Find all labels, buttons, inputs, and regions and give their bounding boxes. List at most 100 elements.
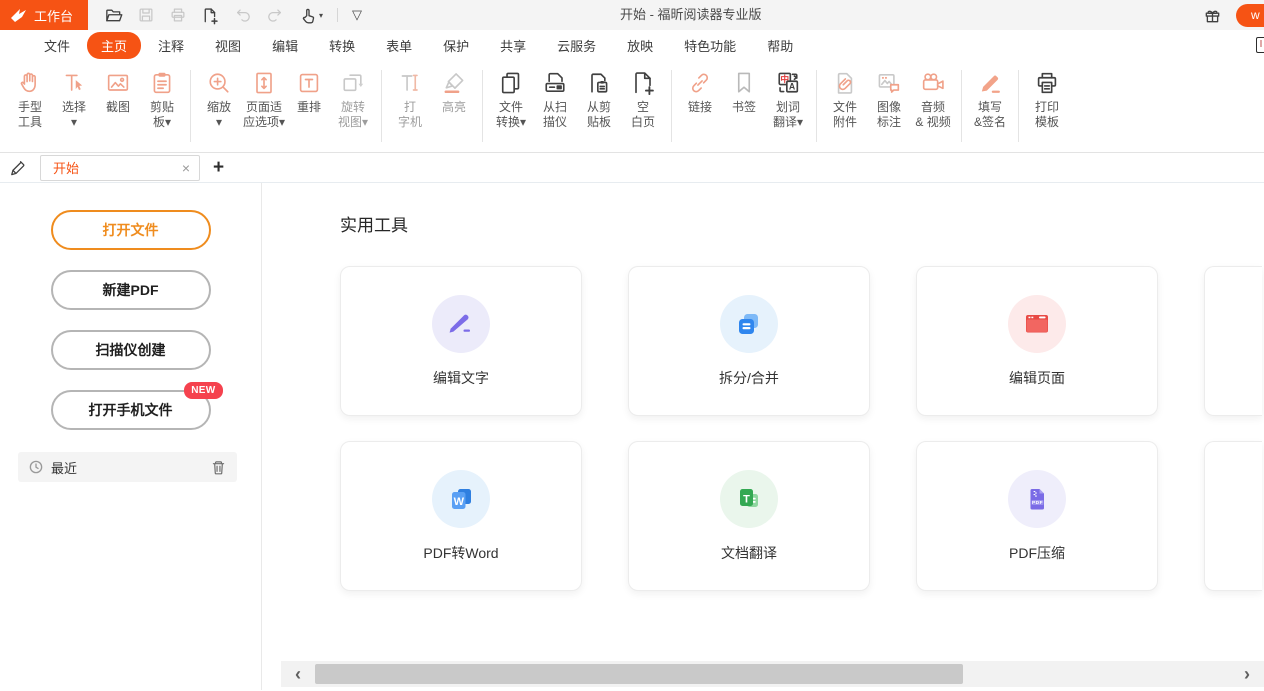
highlight-icon	[440, 69, 468, 97]
new-pdf-button[interactable]: 新建PDF	[51, 270, 211, 310]
menu-protect[interactable]: 保护	[429, 32, 483, 59]
workspace-button[interactable]: 工作台	[0, 0, 88, 30]
word-translate-button[interactable]: 中A 划词 翻译▾	[768, 69, 808, 130]
scanner-create-button[interactable]: 扫描仪创建	[51, 330, 211, 370]
tool-card-split-merge[interactable]: 拆分/合并	[628, 266, 870, 416]
menu-edit[interactable]: 编辑	[258, 32, 312, 59]
panel-edge-icon[interactable]	[1256, 37, 1264, 53]
from-scanner-button[interactable]: 从扫 描仪	[535, 69, 575, 130]
translate-icon: 中A	[774, 69, 802, 97]
menu-features[interactable]: 特色功能	[670, 32, 750, 59]
hand-tool-label: 手型 工具	[18, 100, 42, 130]
select-label: 选择 ▾	[62, 100, 86, 130]
svg-text:A: A	[789, 81, 796, 91]
menu-share[interactable]: 共享	[486, 32, 540, 59]
typewriter-icon	[396, 69, 424, 97]
touch-mode-icon[interactable]: ▾	[298, 6, 323, 25]
recent-row[interactable]: 最近	[18, 452, 237, 482]
undo-icon[interactable]	[234, 6, 252, 24]
sidebar: 打开文件 新建PDF 扫描仪创建 打开手机文件 NEW 最近	[0, 183, 262, 690]
tool-label: PDF转Word	[423, 543, 498, 563]
tool-card-edit-pages[interactable]: 编辑页面	[916, 266, 1158, 416]
from-scanner-label: 从扫 描仪	[543, 100, 567, 130]
open-file-icon[interactable]	[104, 6, 123, 25]
menu-convert[interactable]: 转换	[315, 32, 369, 59]
fill-sign-icon	[976, 69, 1004, 97]
convert-file-icon	[497, 69, 525, 97]
typewriter-label: 打 字机	[398, 100, 422, 130]
menu-cloud[interactable]: 云服务	[543, 32, 610, 59]
tool-card-partial[interactable]	[1204, 441, 1262, 591]
reflow-button[interactable]: 重排	[289, 69, 329, 115]
menu-home[interactable]: 主页	[87, 32, 141, 59]
rotate-view-button[interactable]: 旋转 视图▾	[333, 69, 373, 130]
customize-toolbar-icon[interactable]: ▽	[352, 7, 362, 23]
from-clipboard-icon	[585, 69, 613, 97]
window-title: 开始 - 福昕阅读器专业版	[620, 0, 762, 30]
image-annotation-button[interactable]: 图像 标注	[869, 69, 909, 130]
titlebar: 工作台 ▾ ▽ 开始 - 福昕阅读器专业版 w	[0, 0, 1264, 30]
clipboard-button[interactable]: 剪贴 板▾	[142, 69, 182, 130]
tool-label: 文档翻译	[721, 543, 777, 563]
scroll-right-button[interactable]: ›	[1233, 661, 1261, 687]
tool-card-doc-translate[interactable]: T 文档翻译	[628, 441, 870, 591]
bookmark-button[interactable]: 书签	[724, 69, 764, 115]
tool-label: PDF压缩	[1009, 543, 1065, 563]
scrollbar-thumb[interactable]	[315, 664, 963, 684]
horizontal-scrollbar[interactable]: ‹ ›	[281, 661, 1264, 687]
menu-present[interactable]: 放映	[613, 32, 667, 59]
menu-form[interactable]: 表单	[372, 32, 426, 59]
menu-comment[interactable]: 注释	[144, 32, 198, 59]
open-mobile-file-button[interactable]: 打开手机文件 NEW	[51, 390, 211, 430]
from-clipboard-button[interactable]: 从剪 贴板	[579, 69, 619, 130]
file-attachment-button[interactable]: 文件 附件	[825, 69, 865, 130]
word-translate-label: 划词 翻译▾	[773, 100, 803, 130]
promo-button[interactable]: w	[1236, 4, 1264, 27]
save-icon[interactable]	[137, 6, 155, 24]
trash-icon[interactable]	[210, 459, 227, 476]
tab-close-icon[interactable]: ×	[182, 161, 190, 175]
convert-file-button[interactable]: 文件 转换▾	[491, 69, 531, 130]
tools-row-1: 编辑文字 拆分/合并 编辑页面	[340, 266, 1264, 416]
zoom-button[interactable]: 缩放 ▾	[199, 69, 239, 130]
redo-icon[interactable]	[266, 6, 284, 24]
bookmark-label: 书签	[732, 100, 756, 115]
highlight-label: 高亮	[442, 100, 466, 115]
menu-view[interactable]: 视图	[201, 32, 255, 59]
fill-sign-button[interactable]: 填写 &签名	[970, 69, 1010, 130]
menu-file[interactable]: 文件	[30, 32, 84, 59]
toolbar-divider	[961, 70, 962, 142]
toolbar-divider	[190, 70, 191, 142]
typewriter-button[interactable]: 打 字机	[390, 69, 430, 130]
pen-icon[interactable]	[8, 157, 30, 179]
new-document-icon[interactable]	[201, 6, 220, 25]
highlight-button[interactable]: 高亮	[434, 69, 474, 115]
from-clipboard-label: 从剪 贴板	[587, 100, 611, 130]
gift-icon[interactable]	[1203, 6, 1222, 25]
page-fit-button[interactable]: 页面适 应选项▾	[243, 69, 285, 130]
tool-card-edit-text[interactable]: 编辑文字	[340, 266, 582, 416]
svg-text:W: W	[454, 496, 465, 508]
tab-start[interactable]: 开始 ×	[40, 155, 200, 181]
scroll-left-button[interactable]: ‹	[284, 661, 312, 687]
print-icon[interactable]	[169, 6, 187, 24]
select-button[interactable]: 选择 ▾	[54, 69, 94, 130]
titlebar-right: w	[1203, 0, 1264, 30]
print-template-icon	[1033, 69, 1061, 97]
section-title: 实用工具	[340, 211, 1264, 236]
tool-card-pdf-compress[interactable]: PDF PDF压缩	[916, 441, 1158, 591]
touch-mode-dropdown-arrow[interactable]: ▾	[319, 11, 323, 20]
fill-sign-label: 填写 &签名	[974, 100, 1006, 130]
tool-card-partial[interactable]	[1204, 266, 1262, 416]
open-file-button[interactable]: 打开文件	[51, 210, 211, 250]
audio-video-button[interactable]: 音频 & 视频	[913, 69, 953, 130]
tool-card-pdf-to-word[interactable]: W PDF转Word	[340, 441, 582, 591]
blank-page-button[interactable]: 空 白页	[623, 69, 663, 130]
link-button[interactable]: 链接	[680, 69, 720, 115]
print-template-button[interactable]: 打印 模板	[1027, 69, 1067, 130]
new-tab-button[interactable]: +	[213, 158, 224, 177]
hand-tool-button[interactable]: 手型 工具	[10, 69, 50, 130]
audio-video-label: 音频 & 视频	[915, 100, 950, 130]
snapshot-button[interactable]: 截图	[98, 69, 138, 115]
menu-help[interactable]: 帮助	[753, 32, 807, 59]
